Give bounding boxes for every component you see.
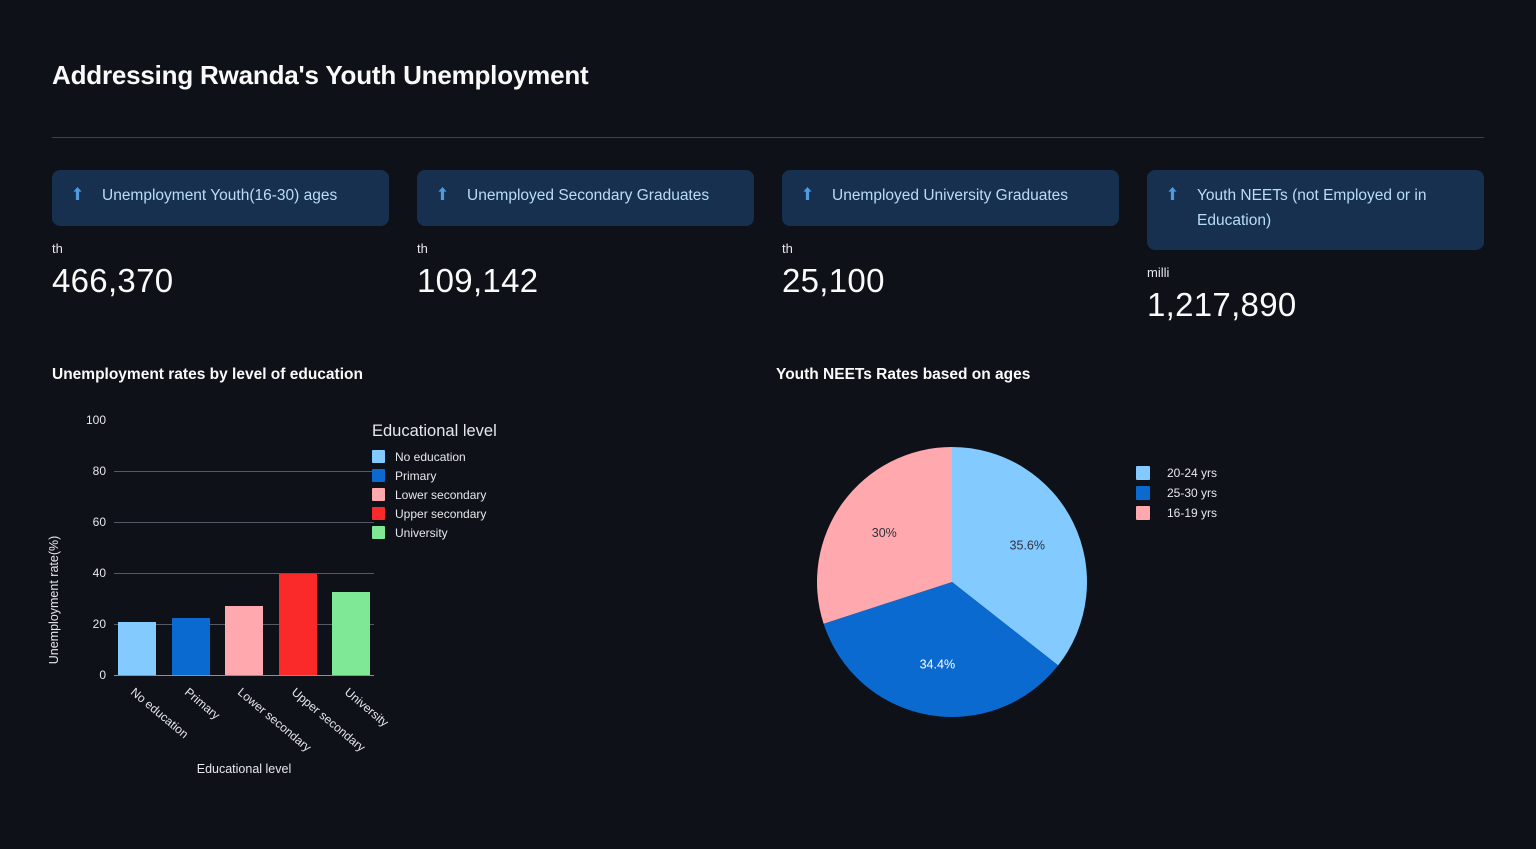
pie-chart-slice-label: 35.6% bbox=[1010, 538, 1045, 552]
bar-chart-y-tick: 80 bbox=[92, 463, 106, 478]
bar-chart-x-tick-slot: Lower secondary bbox=[225, 683, 314, 754]
pie-chart-slice-label: 34.4% bbox=[920, 657, 955, 671]
kpi-card-secondary-graduates[interactable]: Unemployed Secondary Graduates bbox=[417, 170, 754, 226]
bar-chart-x-tick-labels: No education Primary Lower secondary Upper … bbox=[114, 683, 391, 754]
bar-chart-x-axis-label: Educational level bbox=[196, 761, 292, 776]
bar-chart-y-tick: 40 bbox=[92, 565, 106, 580]
bar-chart-legend-item[interactable]: Lower secondary bbox=[372, 488, 572, 502]
kpi-row: Unemployment Youth(16-30) ages th 466,37… bbox=[52, 170, 1484, 324]
bar-chart-y-tick: 100 bbox=[85, 412, 106, 427]
legend-swatch-icon bbox=[372, 469, 385, 483]
bar-chart-legend-item[interactable]: No education bbox=[372, 450, 572, 464]
bar-chart-x-tick-slot: Upper secondary bbox=[279, 683, 368, 754]
bar-chart-section: Unemployment rates by level of education… bbox=[47, 365, 774, 812]
bar-chart-axis-line bbox=[114, 674, 374, 676]
bar-chart-y-tick: 60 bbox=[92, 514, 106, 529]
legend-label: Primary bbox=[395, 468, 437, 483]
legend-label: University bbox=[395, 525, 448, 540]
bar-chart-bar[interactable] bbox=[118, 622, 156, 675]
pie-chart-slice-label: 30% bbox=[872, 526, 897, 540]
pie-chart[interactable]: 35.6% 34.4% 30% 20-24 yrs 25-30 yrs 16-19 yr… bbox=[774, 396, 1484, 796]
trending-up-arrow-icon bbox=[1167, 187, 1177, 200]
kpi-unit: th bbox=[782, 241, 793, 256]
legend-swatch-icon bbox=[372, 526, 385, 540]
kpi-card-youth-unemployment[interactable]: Unemployment Youth(16-30) ages bbox=[52, 170, 389, 226]
pie-chart-figure: 35.6% 34.4% 30% bbox=[817, 446, 1087, 717]
kpi-card-youth-neets[interactable]: Youth NEETs (not Employed or in Educatio… bbox=[1147, 170, 1484, 250]
legend-swatch-icon bbox=[1136, 505, 1150, 520]
trending-up-arrow-icon bbox=[437, 187, 447, 200]
bar-chart-y-tick: 0 bbox=[99, 667, 106, 682]
pie-chart-legend-item[interactable]: 16-19 yrs bbox=[1136, 505, 1218, 520]
kpi-unit: th bbox=[52, 241, 63, 256]
legend-swatch-icon bbox=[1136, 465, 1150, 480]
legend-label: 25-30 yrs bbox=[1167, 485, 1218, 500]
bar-chart[interactable]: Unemployment rate(%) 0 20 40 60 80 100 No edu… bbox=[47, 412, 497, 812]
pie-chart-legend-item[interactable]: 25-30 yrs bbox=[1136, 485, 1218, 500]
bar-chart-figure: Unemployment rate(%) 0 20 40 60 80 100 No edu… bbox=[47, 412, 392, 812]
kpi-label: Unemployed University Graduates bbox=[832, 187, 1069, 204]
kpi-col-youth-unemployment: Unemployment Youth(16-30) ages th 466,37… bbox=[52, 170, 389, 300]
kpi-unit: milli bbox=[1147, 265, 1170, 280]
kpi-col-secondary-graduates: Unemployed Secondary Graduates th 109,14… bbox=[417, 170, 754, 300]
legend-swatch-icon bbox=[1136, 485, 1150, 500]
kpi-label: Unemployment Youth(16-30) ages bbox=[102, 187, 338, 204]
legend-label: Lower secondary bbox=[395, 487, 487, 502]
bar-chart-x-tick: Primary bbox=[181, 684, 223, 723]
dashboard-page: Addressing Rwanda's Youth Unemployment U… bbox=[0, 0, 1536, 849]
trending-up-arrow-icon bbox=[802, 187, 812, 200]
legend-label: 16-19 yrs bbox=[1167, 505, 1218, 520]
legend-label: Upper secondary bbox=[395, 506, 487, 521]
bar-chart-bar[interactable] bbox=[225, 605, 263, 675]
bar-chart-bar[interactable] bbox=[278, 574, 317, 675]
bar-chart-legend-item[interactable]: University bbox=[372, 526, 572, 540]
legend-swatch-icon bbox=[372, 488, 385, 502]
pie-chart-section: Youth NEETs Rates based on ages 35.6% 34.… bbox=[774, 366, 1484, 812]
bar-chart-y-axis-label: Unemployment rate(%) bbox=[47, 535, 61, 665]
bar-chart-y-tick: 20 bbox=[92, 616, 106, 631]
legend-swatch-icon bbox=[372, 450, 385, 464]
header-divider bbox=[52, 137, 1484, 138]
kpi-label: Unemployed Secondary Graduates bbox=[467, 187, 710, 204]
bar-chart-bar[interactable] bbox=[332, 591, 370, 675]
kpi-value: 466,370 bbox=[52, 262, 174, 299]
bar-chart-bar[interactable] bbox=[171, 617, 210, 675]
bar-chart-legend: Educational level No education Primary Low… bbox=[372, 422, 572, 545]
kpi-label: Youth NEETs (not Employed or in Educatio… bbox=[1197, 187, 1427, 229]
pie-chart-legend-item[interactable]: 20-24 yrs bbox=[1136, 465, 1218, 480]
page-title: Addressing Rwanda's Youth Unemployment bbox=[52, 60, 589, 90]
bar-chart-x-tick-slot: No education bbox=[118, 683, 191, 741]
bar-chart-x-tick-slot: Primary bbox=[172, 683, 223, 722]
legend-label: 20-24 yrs bbox=[1167, 465, 1218, 480]
kpi-col-youth-neets: Youth NEETs (not Employed or in Educatio… bbox=[1147, 170, 1484, 324]
trending-up-arrow-icon bbox=[72, 187, 82, 200]
kpi-value: 1,217,890 bbox=[1147, 286, 1297, 323]
kpi-value: 109,142 bbox=[417, 262, 539, 299]
bar-chart-x-tick-slot: University bbox=[332, 683, 391, 730]
bar-chart-bars bbox=[114, 420, 374, 675]
kpi-value: 25,100 bbox=[782, 262, 885, 299]
kpi-card-university-graduates[interactable]: Unemployed University Graduates bbox=[782, 170, 1119, 226]
bar-chart-legend-title: Educational level bbox=[372, 421, 497, 440]
pie-chart-heading: Youth NEETs Rates based on ages bbox=[776, 365, 1031, 383]
bar-chart-heading: Unemployment rates by level of education bbox=[52, 365, 363, 383]
bar-chart-x-tick: University bbox=[342, 684, 392, 730]
bar-chart-x-tick: No education bbox=[128, 684, 192, 742]
pie-chart-legend: 20-24 yrs 25-30 yrs 16-19 yrs bbox=[1136, 465, 1218, 526]
kpi-col-university-graduates: Unemployed University Graduates th 25,10… bbox=[782, 170, 1119, 300]
bar-chart-legend-item[interactable]: Primary bbox=[372, 469, 572, 483]
bar-chart-legend-item[interactable]: Upper secondary bbox=[372, 507, 572, 521]
legend-label: No education bbox=[395, 449, 466, 464]
charts-row: Unemployment rates by level of education… bbox=[47, 365, 1484, 812]
kpi-unit: th bbox=[417, 241, 428, 256]
legend-swatch-icon bbox=[372, 507, 385, 521]
